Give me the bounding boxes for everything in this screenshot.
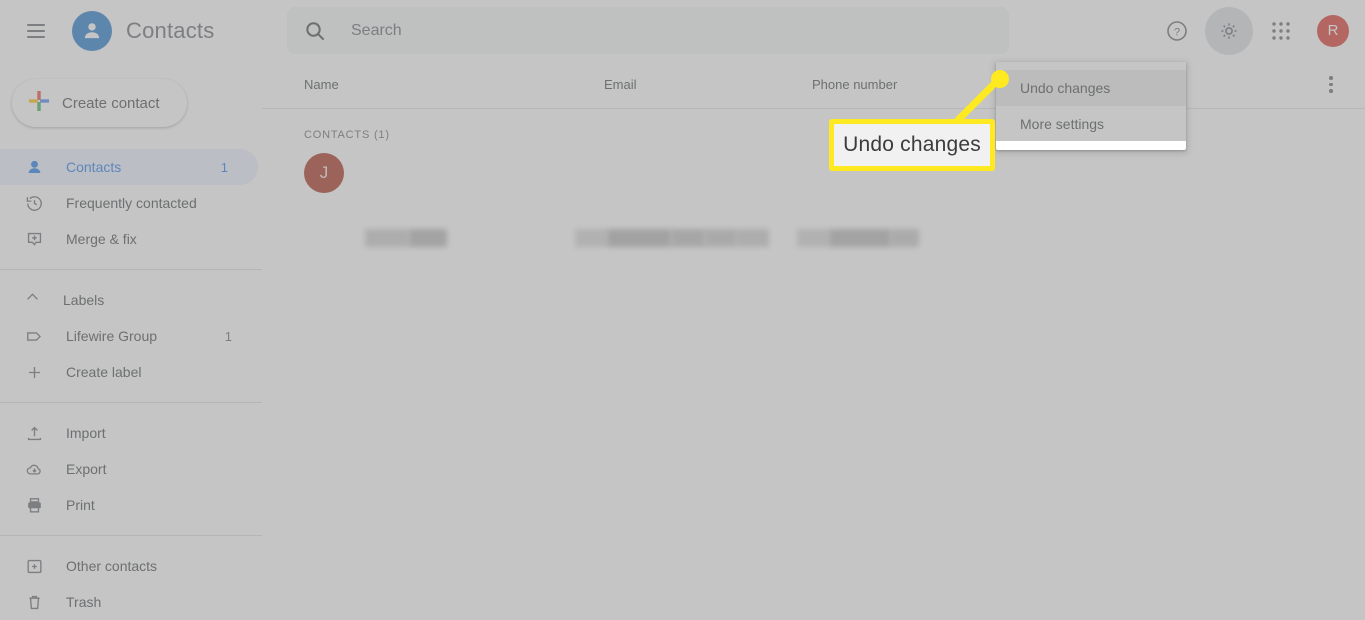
redacted-phone-field bbox=[829, 229, 891, 247]
menu-item-label: More settings bbox=[1020, 116, 1105, 132]
sidebar-item-label: Print bbox=[66, 497, 95, 513]
create-contact-button[interactable]: Create contact bbox=[12, 79, 187, 127]
svg-text:?: ? bbox=[1174, 26, 1180, 38]
table-row[interactable]: J bbox=[262, 149, 1365, 197]
settings-dropdown-menu: Undo changes More settings bbox=[996, 62, 1186, 150]
sidebar-item-create-label[interactable]: Create label bbox=[0, 354, 262, 390]
sidebar-item-label: Frequently contacted bbox=[66, 195, 197, 211]
topbar-actions: ? R bbox=[1153, 0, 1357, 61]
sidebar-item-frequently-contacted[interactable]: Frequently contacted bbox=[0, 185, 262, 221]
page-title: Contacts bbox=[126, 17, 215, 43]
menu-item-more-settings[interactable]: More settings bbox=[996, 106, 1186, 142]
gear-icon[interactable] bbox=[1205, 6, 1253, 55]
plus-icon bbox=[24, 362, 44, 382]
menu-item-undo-changes[interactable]: Undo changes bbox=[996, 70, 1186, 106]
redacted-name-field bbox=[365, 229, 409, 247]
search-input[interactable] bbox=[351, 21, 993, 40]
annotation-callout-box: Undo changes bbox=[829, 119, 995, 171]
search-icon bbox=[303, 19, 327, 43]
hamburger-line bbox=[27, 29, 45, 32]
redacted-email-field bbox=[737, 229, 769, 247]
sidebar-item-merge-and-fix[interactable]: Merge & fix bbox=[0, 221, 262, 257]
import-upload-icon bbox=[24, 423, 44, 443]
redacted-name-field bbox=[409, 229, 447, 247]
sidebar-labels-label: Labels bbox=[63, 292, 105, 308]
sidebar-item-label: Create label bbox=[66, 364, 142, 380]
dot bbox=[1329, 82, 1333, 87]
more-vert-icon[interactable] bbox=[1321, 75, 1341, 95]
sidebar-item-other-contacts[interactable]: Other contacts bbox=[0, 548, 262, 584]
sidebar-item-count: 1 bbox=[224, 328, 232, 344]
column-header-phone: Phone number bbox=[812, 77, 898, 92]
label-tag-icon bbox=[24, 326, 44, 346]
top-app-bar: Contacts ? bbox=[0, 0, 1365, 61]
contacts-table-header: Name Email Phone number bbox=[262, 61, 1365, 109]
history-clock-icon bbox=[24, 193, 44, 213]
sidebar-item-import[interactable]: Import bbox=[0, 415, 262, 451]
sidebar-item-lifewire-group[interactable]: Lifewire Group 1 bbox=[0, 318, 262, 354]
column-header-email: Email bbox=[604, 77, 637, 92]
sidebar-item-print[interactable]: Print bbox=[0, 487, 262, 523]
hamburger-menu-icon[interactable] bbox=[12, 7, 60, 55]
redacted-email-field bbox=[705, 229, 737, 247]
sidebar-item-contacts[interactable]: Contacts 1 bbox=[0, 149, 258, 185]
sidebar-item-label: Trash bbox=[66, 594, 102, 610]
sidebar-item-label: Export bbox=[66, 461, 107, 477]
contacts-main-panel: Name Email Phone number CONTACTS (1) J bbox=[262, 61, 1365, 620]
annotation-callout-text: Undo changes bbox=[843, 133, 981, 156]
brand-block[interactable]: Contacts bbox=[72, 10, 215, 51]
printer-icon bbox=[24, 495, 44, 515]
sidebar-item-export[interactable]: Export bbox=[0, 451, 262, 487]
help-circle-icon[interactable]: ? bbox=[1153, 7, 1201, 55]
menu-item-label: Undo changes bbox=[1020, 80, 1111, 96]
account-avatar[interactable]: R bbox=[1317, 14, 1349, 47]
create-contact-label: Create contact bbox=[62, 94, 160, 112]
merge-fix-icon bbox=[24, 229, 44, 249]
sidebar-item-count: 1 bbox=[220, 159, 228, 175]
sidebar-item-label: Lifewire Group bbox=[66, 328, 158, 344]
dot bbox=[1329, 89, 1333, 93]
sidebar-item-trash[interactable]: Trash bbox=[0, 584, 262, 620]
redacted-email-field bbox=[671, 229, 705, 247]
person-icon bbox=[24, 157, 44, 177]
column-header-name: Name bbox=[304, 77, 339, 92]
sidebar-item-label: Import bbox=[66, 425, 106, 441]
contacts-group-label: CONTACTS (1) bbox=[304, 129, 390, 141]
sidebar: Create contact Contacts 1 Frequently con… bbox=[0, 61, 262, 620]
redacted-email-field bbox=[607, 229, 671, 247]
chevron-up-icon bbox=[24, 289, 41, 311]
redacted-phone-field bbox=[797, 229, 829, 247]
trash-icon bbox=[24, 592, 44, 612]
avatar: J bbox=[304, 153, 344, 193]
hamburger-line bbox=[27, 35, 45, 38]
redacted-phone-field bbox=[891, 229, 919, 247]
contacts-person-icon bbox=[72, 10, 112, 51]
redacted-email-field bbox=[575, 229, 607, 247]
sidebar-divider bbox=[0, 402, 262, 403]
search-bar[interactable] bbox=[287, 7, 1009, 54]
export-cloud-download-icon bbox=[24, 459, 44, 479]
sidebar-divider bbox=[0, 269, 262, 270]
dot bbox=[1329, 76, 1333, 80]
sidebar-item-label: Merge & fix bbox=[66, 231, 137, 247]
sidebar-labels-header[interactable]: Labels bbox=[0, 282, 262, 318]
grid-apps-icon[interactable] bbox=[1257, 7, 1305, 55]
google-plus-icon bbox=[26, 88, 52, 119]
app-root: Contacts ? bbox=[0, 0, 1365, 620]
sidebar-item-label: Other contacts bbox=[66, 558, 158, 574]
other-contacts-icon bbox=[24, 556, 44, 576]
sidebar-item-label: Contacts bbox=[66, 159, 122, 175]
sidebar-divider bbox=[0, 535, 262, 536]
hamburger-line bbox=[27, 23, 45, 26]
